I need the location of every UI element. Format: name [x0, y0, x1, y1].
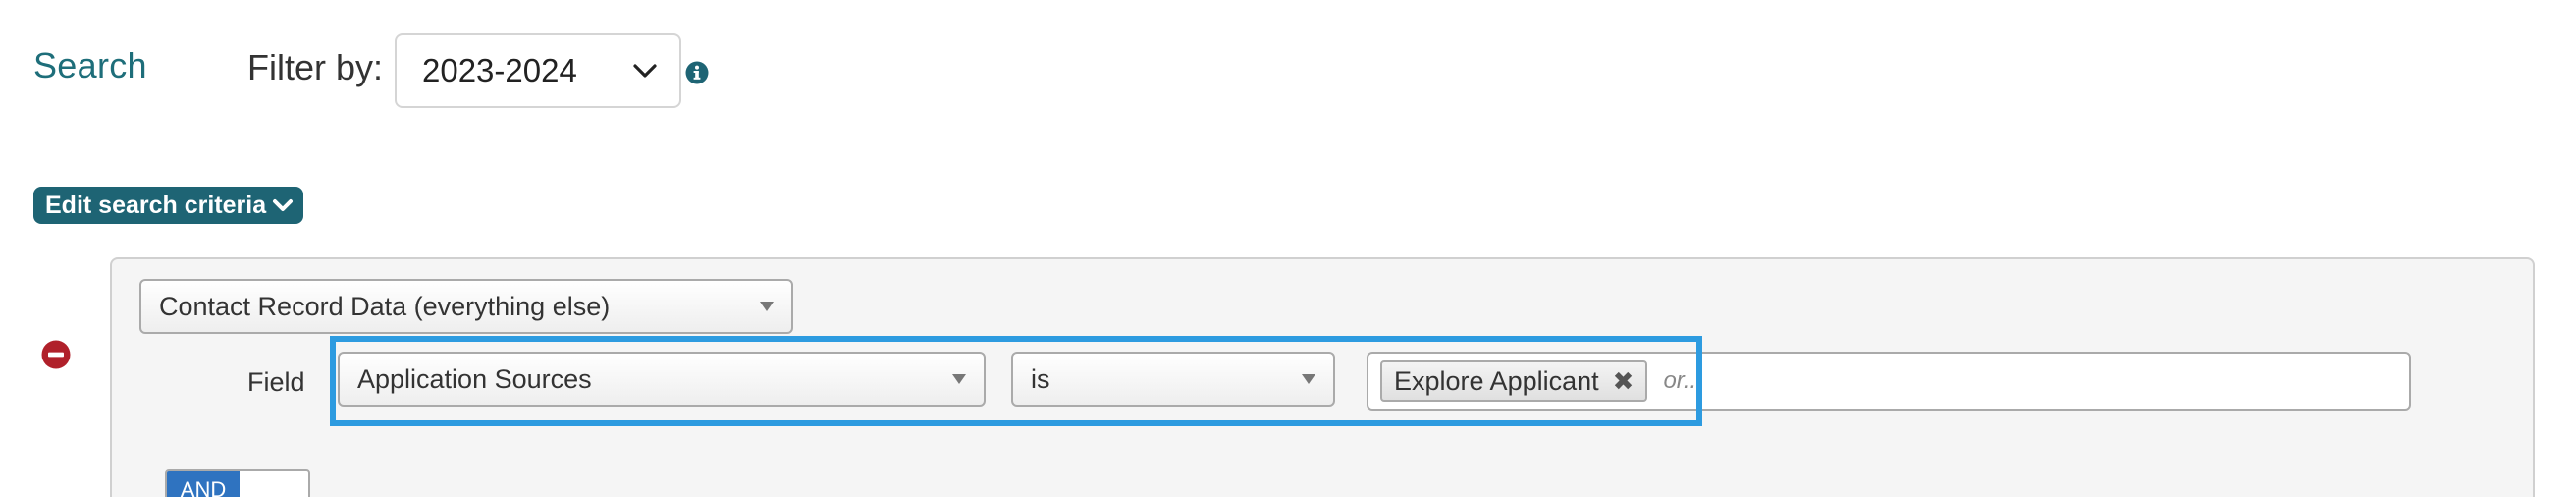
- filter-label: Filter by:: [247, 47, 384, 87]
- chevron-down-icon: [633, 64, 657, 78]
- search-page: Search Filter by: 2023-2024 Edit search …: [0, 0, 2576, 497]
- year-select-value: 2023-2024: [422, 52, 577, 88]
- page-title: Search: [33, 45, 147, 85]
- category-dropdown[interactable]: Contact Record Data (everything else): [139, 279, 793, 334]
- field-dropdown-value: Application Sources: [357, 363, 592, 394]
- field-dropdown[interactable]: Application Sources: [338, 352, 986, 407]
- operator-dropdown-value: is: [1031, 363, 1050, 394]
- value-token: Explore Applicant ✖: [1380, 360, 1648, 402]
- triangle-down-icon: [1302, 374, 1315, 384]
- category-dropdown-value: Contact Record Data (everything else): [159, 291, 611, 321]
- remove-icon[interactable]: [41, 340, 71, 369]
- and-option[interactable]: AND: [167, 471, 240, 497]
- value-token-label: Explore Applicant: [1394, 365, 1599, 396]
- chevron-down-icon: [273, 199, 294, 211]
- or-option[interactable]: [240, 471, 308, 497]
- operator-dropdown[interactable]: is: [1011, 352, 1335, 407]
- and-or-toggle[interactable]: AND: [165, 469, 310, 497]
- close-icon[interactable]: ✖: [1613, 368, 1635, 394]
- value-multiselect-input[interactable]: Explore Applicant ✖ or...: [1367, 352, 2411, 411]
- edit-search-criteria-button[interactable]: Edit search criteria: [33, 187, 304, 224]
- field-label: Field: [247, 367, 305, 397]
- info-icon[interactable]: [685, 61, 709, 84]
- triangle-down-icon: [760, 302, 774, 311]
- triangle-down-icon: [952, 374, 966, 384]
- edit-search-criteria-label: Edit search criteria: [45, 191, 267, 219]
- value-input-placeholder[interactable]: or...: [1663, 367, 1702, 395]
- year-select[interactable]: 2023-2024: [395, 33, 681, 108]
